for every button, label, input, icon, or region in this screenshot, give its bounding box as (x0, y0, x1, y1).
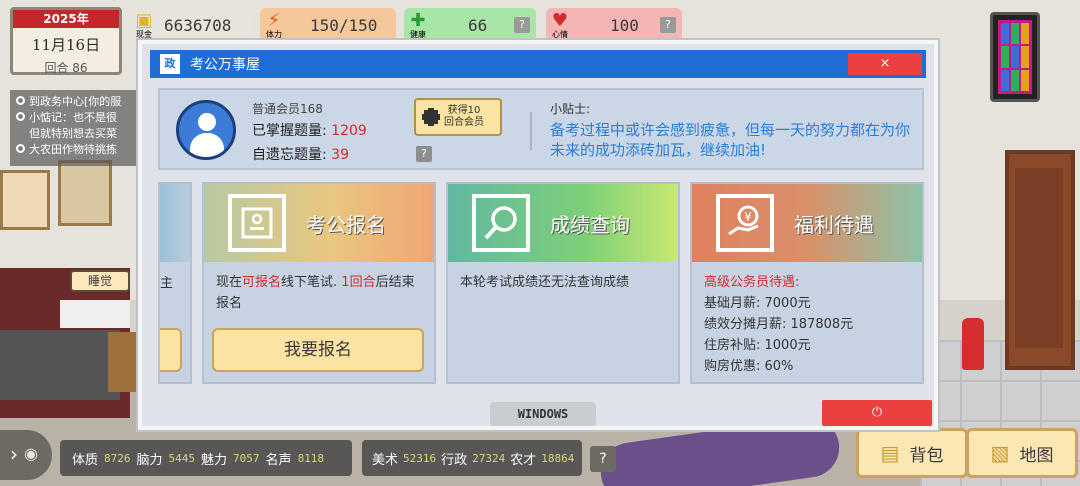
attributes-help-button[interactable]: ? (590, 446, 616, 472)
health-value: 66 (468, 15, 488, 35)
lightning-icon: ⚡ 体力 (266, 10, 282, 40)
welfare-line: 住房补贴: 1000元 (704, 338, 811, 353)
exam-office-window: 政 考公万事屋 × 普通会员168 已掌握题量: 1209 自遗忘题量: 39 … (138, 40, 938, 430)
welfare-line: 绩效分摊月薪: 187808元 (704, 317, 854, 332)
stamina-value: 150/150 (310, 15, 378, 35)
cash-stat[interactable]: ▣ 现金 6636708 (130, 8, 252, 42)
sleep-button[interactable]: 睡觉 (70, 270, 130, 292)
divider (530, 112, 532, 150)
app-icon (1021, 23, 1029, 45)
wall-picture (0, 170, 50, 230)
tip-text: 备考过程中或许会感到疲惫，但每一天的努力都在为你未来的成功添砖加瓦，继续加油! (550, 121, 911, 159)
map-icon: ▧ (990, 441, 1010, 465)
window-title: 考公万事屋 (190, 57, 260, 73)
member-help-button[interactable]: ? (416, 146, 432, 162)
avatar-body (190, 133, 224, 157)
yuan-hand-icon: ¥ (716, 194, 774, 252)
welfare-heading: 高级公务员待遇: (704, 275, 800, 290)
heart-icon: ♥ 心情 (551, 10, 569, 40)
tip-title: 小贴士: (550, 102, 591, 116)
cash-value: 6636708 (164, 15, 232, 35)
gov-logo-icon: 政 (160, 54, 180, 74)
wall-portrait (58, 160, 112, 226)
health-cross-icon: ✚ 健康 (410, 10, 426, 40)
mood-stat[interactable]: ♥ 心情 100 ? (546, 8, 682, 42)
app-icon (1021, 46, 1029, 68)
power-button[interactable]: ⏻ (822, 400, 932, 426)
score-query-title: 成绩查询 (550, 212, 630, 237)
welfare-title: 福利待遇 (794, 212, 874, 237)
mastered-count: 已掌握题量: 1209 (252, 123, 367, 139)
welfare-line: 基础月薪: 7000元 (704, 296, 811, 311)
app-icon (1011, 23, 1019, 45)
score-query-card[interactable]: 成绩查询 本轮考试成绩还无法查询成绩 (446, 182, 680, 384)
svg-text:¥: ¥ (744, 210, 752, 224)
member-level: 普通会员168 (252, 102, 323, 116)
partial-card: 主 (158, 182, 192, 384)
task-notes: 到政务中心[你的服 小惦记：也不是很 但就特别想去买菜 大农田作物待挑拣 (10, 90, 150, 166)
get-membership-label: 获得10 回合会员 (444, 105, 484, 128)
map-button[interactable]: ▧ 地图 (966, 428, 1078, 478)
app-icon (1001, 46, 1009, 68)
stamina-stat[interactable]: ⚡ 体力 150/150 (260, 8, 396, 42)
score-query-desc: 本轮考试成绩还无法查询成绩 (460, 275, 630, 290)
bag-label: 背包 (909, 445, 944, 466)
close-button[interactable]: × (848, 53, 922, 75)
note-item: 但就特别想去买菜 (29, 127, 117, 140)
bed-pillow (60, 300, 130, 328)
avatar-head (198, 113, 216, 131)
cash-icon: ▣ 现金 (135, 10, 153, 40)
note-item[interactable]: 到政务中心[你的服 (16, 94, 144, 110)
windows-button[interactable]: WINDOWS (490, 402, 596, 426)
welfare-line: 购房优惠: 60% (704, 359, 794, 374)
app-icon (1001, 23, 1009, 45)
circle-icon (16, 112, 25, 121)
skills-bar: 美术 52316 行政 27324 农才 18864 (362, 440, 582, 476)
phone-screen (998, 20, 1032, 94)
welfare-desc: 高级公务员待遇: 基础月薪: 7000元 绩效分摊月薪: 187808元 住房补… (692, 262, 922, 382)
attributes-bar: 体质 8726 脑力 5445 魅力 7057 名声 8118 (60, 440, 352, 476)
note-item[interactable]: 大农田作物待挑拣 (16, 142, 144, 158)
bed-blanket (0, 330, 120, 400)
partial-card-button[interactable] (160, 328, 182, 372)
circle-icon (16, 144, 25, 153)
bag-icon: ▤ (880, 441, 900, 465)
app-icon (1011, 69, 1019, 91)
id-card-icon (228, 194, 286, 252)
chevron-right-icon: › (10, 442, 18, 466)
avatar-icon (176, 100, 236, 160)
date-day: 11月16日 (31, 36, 101, 54)
mood-help-button[interactable]: ? (660, 17, 676, 33)
get-membership-button[interactable]: 获得10 回合会员 (414, 98, 502, 136)
app-icon (1001, 69, 1009, 91)
date-card: 2025年 11月16日 回合 86 (10, 7, 122, 75)
window-title-bar: 政 考公万事屋 × (150, 50, 926, 78)
date-year: 2025年 (13, 10, 119, 28)
welfare-card[interactable]: ¥ 福利待遇 高级公务员待遇: 基础月薪: 7000元 绩效分摊月薪: 1878… (690, 182, 924, 384)
eye-toggle-button[interactable]: › ◉ (0, 430, 52, 480)
health-help-button[interactable]: ? (514, 17, 530, 33)
health-stat[interactable]: ✚ 健康 66 ? (404, 8, 536, 42)
apply-button[interactable]: 我要报名 (212, 328, 424, 372)
note-item[interactable]: 小惦记：也不是很 (16, 110, 144, 126)
phone-button[interactable] (990, 12, 1040, 102)
video-ad-icon (422, 108, 440, 126)
map-label: 地图 (1019, 445, 1054, 466)
member-info-panel: 普通会员168 已掌握题量: 1209 自遗忘题量: 39 获得10 回合会员 … (158, 88, 924, 170)
partial-card-text: 主 (160, 276, 174, 291)
magnifier-icon (472, 194, 530, 252)
app-icon (1011, 46, 1019, 68)
app-icon (1021, 69, 1029, 91)
mood-value: 100 (610, 15, 639, 35)
forgot-count: 自遗忘题量: 39 (252, 147, 349, 163)
fire-extinguisher (962, 318, 984, 370)
circle-icon (16, 96, 25, 105)
eye-icon: ◉ (24, 444, 38, 463)
door-panel (1015, 168, 1063, 348)
registration-card: 考公报名 现在可报名线下笔试. 1回合后结束报名 我要报名 (202, 182, 436, 384)
registration-title: 考公报名 (306, 212, 386, 237)
bag-button[interactable]: ▤ 背包 (856, 428, 968, 478)
date-turn: 回合 86 (44, 61, 88, 75)
registration-desc: 现在可报名线下笔试. 1回合后结束报名 (216, 275, 415, 311)
